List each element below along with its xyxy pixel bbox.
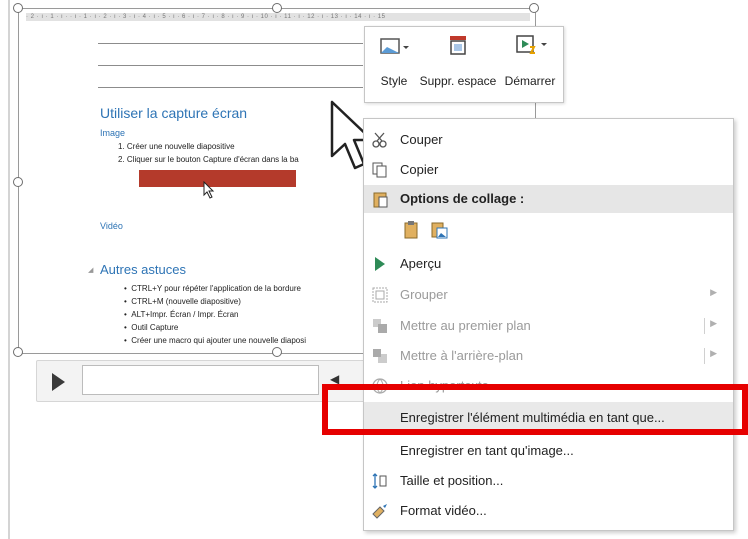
menu-item-label: Taille et position... — [400, 473, 504, 488]
submenu-separator — [704, 318, 705, 334]
start-playback-icon — [516, 35, 547, 54]
menu-item-label: Copier — [400, 162, 439, 177]
menu-item-label: Format vidéo... — [400, 503, 487, 518]
menu-item-preview[interactable]: Aperçu — [364, 250, 733, 278]
menu-item-label: Aperçu — [400, 256, 442, 271]
resize-handle-top[interactable] — [272, 3, 282, 13]
submenu-arrow-icon: ▶ — [710, 318, 717, 328]
menu-item-group[interactable]: Grouper ▶ — [364, 281, 733, 309]
clipboard-icon — [373, 192, 388, 208]
menu-item-copy[interactable]: Copier — [364, 156, 733, 184]
resize-handle-top-right[interactable] — [529, 3, 539, 13]
doc-video-label: Vidéo — [100, 221, 123, 231]
video-style-icon — [380, 38, 409, 54]
doc-tip: • ALT+Impr. Écran / Impr. Écran — [124, 310, 239, 319]
doc-tip: • Créer une macro qui ajouter une nouvel… — [124, 336, 307, 345]
doc-tip: • CTRL+Y pour répéter l'application de l… — [124, 284, 301, 293]
submenu-arrow-icon: ▶ — [710, 287, 717, 297]
resize-handle-top-left[interactable] — [13, 3, 23, 13]
menu-item-format-video[interactable]: Format vidéo... — [364, 497, 733, 525]
play-icon[interactable] — [52, 373, 65, 391]
play-green-icon — [375, 257, 385, 271]
ruler: · 2 · ı · 1 · ı · · ı · 1 · ı · 2 · ı · … — [26, 13, 530, 21]
size-position-icon — [372, 473, 387, 489]
doc-step: 1. Créer une nouvelle diapositive — [118, 142, 235, 151]
menu-item-send-back[interactable]: Mettre à l'arrière-plan ▶ — [364, 342, 733, 370]
menu-item-save-image[interactable]: Enregistrer en tant qu'image... — [364, 437, 733, 465]
menu-item-label: Options de collage : — [400, 191, 525, 206]
group-icon — [372, 287, 388, 303]
paste-picture-icon[interactable] — [430, 221, 448, 239]
capture-toolbar-image — [139, 170, 296, 187]
paste-keep-icon[interactable] — [402, 221, 420, 239]
doc-rule-line — [98, 43, 363, 44]
style-label: Style — [380, 74, 408, 88]
context-menu: Couper Copier Options de collage : Aperç… — [363, 118, 734, 531]
style-button[interactable]: Style — [371, 27, 417, 102]
send-back-icon — [373, 349, 387, 363]
suppr-espace-button[interactable]: Suppr. espace — [419, 27, 497, 102]
demarrer-label: Démarrer — [504, 74, 556, 88]
menu-item-label: Mettre à l'arrière-plan — [400, 348, 524, 363]
menu-item-label: Mettre au premier plan — [400, 318, 531, 333]
doc-rule-line — [98, 65, 363, 66]
menu-item-bring-front[interactable]: Mettre au premier plan ▶ — [364, 312, 733, 340]
mini-toolbar: Style Suppr. espace Démarrer — [364, 26, 564, 103]
submenu-arrow-icon: ▶ — [710, 348, 717, 358]
doc-rule-line — [98, 87, 363, 88]
bring-front-icon — [373, 319, 387, 333]
doc-tip: • CTRL+M (nouvelle diapositive) — [124, 297, 241, 306]
submenu-separator — [704, 348, 705, 364]
menu-item-label: Grouper — [400, 287, 448, 302]
copy-icon — [372, 162, 387, 178]
menu-item-cut[interactable]: Couper — [364, 126, 733, 154]
trim-video-icon — [450, 36, 466, 55]
doc-image-label: Image — [100, 128, 126, 138]
resize-handle-left[interactable] — [13, 177, 23, 187]
doc-tip: • Outil Capture — [124, 323, 179, 332]
menu-item-size-position[interactable]: Taille et position... — [364, 467, 733, 495]
menu-item-label: Couper — [400, 132, 443, 147]
format-video-icon — [372, 504, 387, 519]
paste-options-header: Options de collage : — [364, 185, 733, 213]
timeline-track[interactable] — [82, 365, 319, 395]
menu-item-label: Enregistrer en tant qu'image... — [400, 443, 574, 458]
resize-handle-bottom-left[interactable] — [13, 347, 23, 357]
small-pointer-icon — [203, 181, 215, 199]
doc-tips-heading: Autres astuces — [100, 262, 186, 277]
highlight-box — [322, 384, 748, 435]
paste-buttons-row — [364, 215, 733, 245]
demarrer-button[interactable]: Démarrer — [497, 27, 563, 102]
collapse-triangle-icon: ◢ — [88, 267, 94, 274]
suppr-espace-label: Suppr. espace — [419, 74, 497, 88]
doc-heading: Utiliser la capture écran — [100, 105, 248, 121]
slide-left-edge — [8, 0, 10, 539]
doc-step: 2. Cliquer sur le bouton Capture d'écran… — [118, 155, 299, 164]
scissors-icon — [372, 132, 387, 148]
resize-handle-bottom[interactable] — [272, 347, 282, 357]
